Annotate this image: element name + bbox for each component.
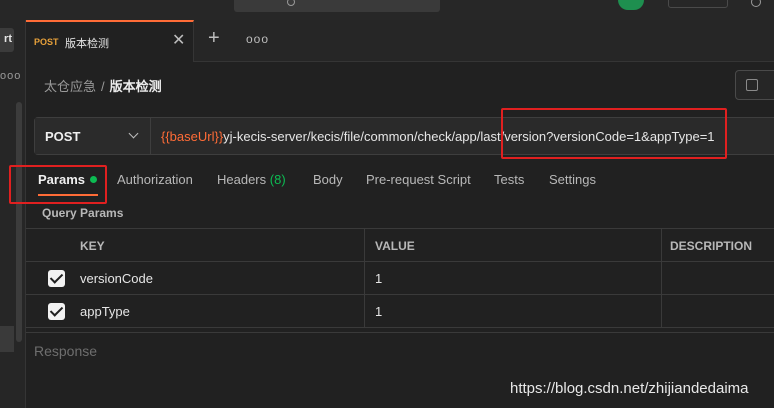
- tab-authorization[interactable]: Authorization: [117, 172, 193, 187]
- query-params-table: KEY VALUE DESCRIPTION versionCode 1 appT…: [26, 228, 774, 330]
- method-select[interactable]: POST: [35, 118, 151, 154]
- tab-body[interactable]: Body: [313, 172, 343, 187]
- save-button[interactable]: [735, 70, 774, 100]
- tabs-more-icon[interactable]: ooo: [246, 32, 269, 46]
- param-enabled-checkbox[interactable]: [48, 303, 65, 320]
- request-config-tabs: Params Authorization Headers (8) Body Pr…: [26, 162, 774, 200]
- column-divider: [364, 295, 365, 328]
- tab-version-check[interactable]: POST 版本检测 ✕: [26, 20, 194, 62]
- workspace-switcher[interactable]: [668, 0, 728, 8]
- column-divider: [661, 295, 662, 328]
- tab-settings[interactable]: Settings: [549, 172, 596, 187]
- breadcrumb-separator: /: [101, 79, 105, 94]
- column-divider: [661, 262, 662, 295]
- column-header-key: KEY: [80, 239, 105, 253]
- param-value-field[interactable]: 1: [375, 304, 382, 319]
- sidebar-more-icon[interactable]: ooo: [0, 70, 21, 82]
- chevron-down-icon: [128, 128, 139, 139]
- save-icon: [746, 79, 758, 91]
- breadcrumb-current[interactable]: 版本检测: [110, 79, 162, 94]
- watermark-text: https://blog.csdn.net/zhijiandedaima: [510, 380, 749, 397]
- query-params-heading: Query Params: [42, 206, 124, 220]
- sync-status-icon[interactable]: [618, 0, 644, 10]
- breadcrumb-collection[interactable]: 太仓应急: [44, 79, 96, 94]
- column-divider[interactable]: [364, 229, 365, 262]
- headers-count-badge: (8): [269, 172, 286, 187]
- sidebar-selected-item[interactable]: [0, 326, 14, 352]
- table-row: versionCode 1: [26, 262, 774, 295]
- tab-headers[interactable]: Headers (8): [217, 172, 286, 187]
- new-tab-plus-icon[interactable]: +: [208, 28, 220, 48]
- sidebar-scrollbar[interactable]: [16, 102, 22, 342]
- tab-headers-label: Headers: [217, 172, 267, 187]
- param-key-field[interactable]: versionCode: [80, 271, 153, 286]
- tab-title: 版本检测: [65, 38, 109, 50]
- column-header-value: VALUE: [375, 239, 415, 253]
- column-divider: [364, 262, 365, 295]
- close-icon[interactable]: ✕: [172, 33, 185, 49]
- breadcrumb: 太仓应急 / 版本检测: [44, 76, 162, 95]
- table-row: appType 1: [26, 295, 774, 328]
- tab-tests[interactable]: Tests: [494, 172, 524, 187]
- search-icon: [287, 0, 295, 6]
- param-key-field[interactable]: appType: [80, 304, 130, 319]
- app-top-bar: [0, 0, 774, 20]
- annotation-highlight-params-tab: [9, 165, 107, 204]
- import-button[interactable]: rt: [0, 28, 14, 52]
- response-label[interactable]: Response: [34, 343, 97, 359]
- param-enabled-checkbox[interactable]: [48, 270, 65, 287]
- table-header-row: KEY VALUE DESCRIPTION: [26, 229, 774, 262]
- tab-method-badge: POST: [34, 37, 59, 47]
- import-button-label: rt: [4, 33, 12, 45]
- column-header-description: DESCRIPTION: [670, 239, 753, 253]
- tab-pre-request-script[interactable]: Pre-request Script: [366, 172, 471, 187]
- global-search-bar[interactable]: [234, 0, 440, 12]
- url-variable: {{baseUrl}}: [161, 129, 224, 144]
- settings-icon[interactable]: [751, 0, 761, 7]
- sidebar: rt ooo: [0, 20, 26, 408]
- column-divider[interactable]: [661, 229, 662, 262]
- method-select-value: POST: [45, 129, 81, 144]
- param-value-field[interactable]: 1: [375, 271, 382, 286]
- request-tabs-bar: POST 版本检测 ✕ + ooo: [26, 20, 774, 62]
- annotation-highlight-url-query: [501, 108, 727, 159]
